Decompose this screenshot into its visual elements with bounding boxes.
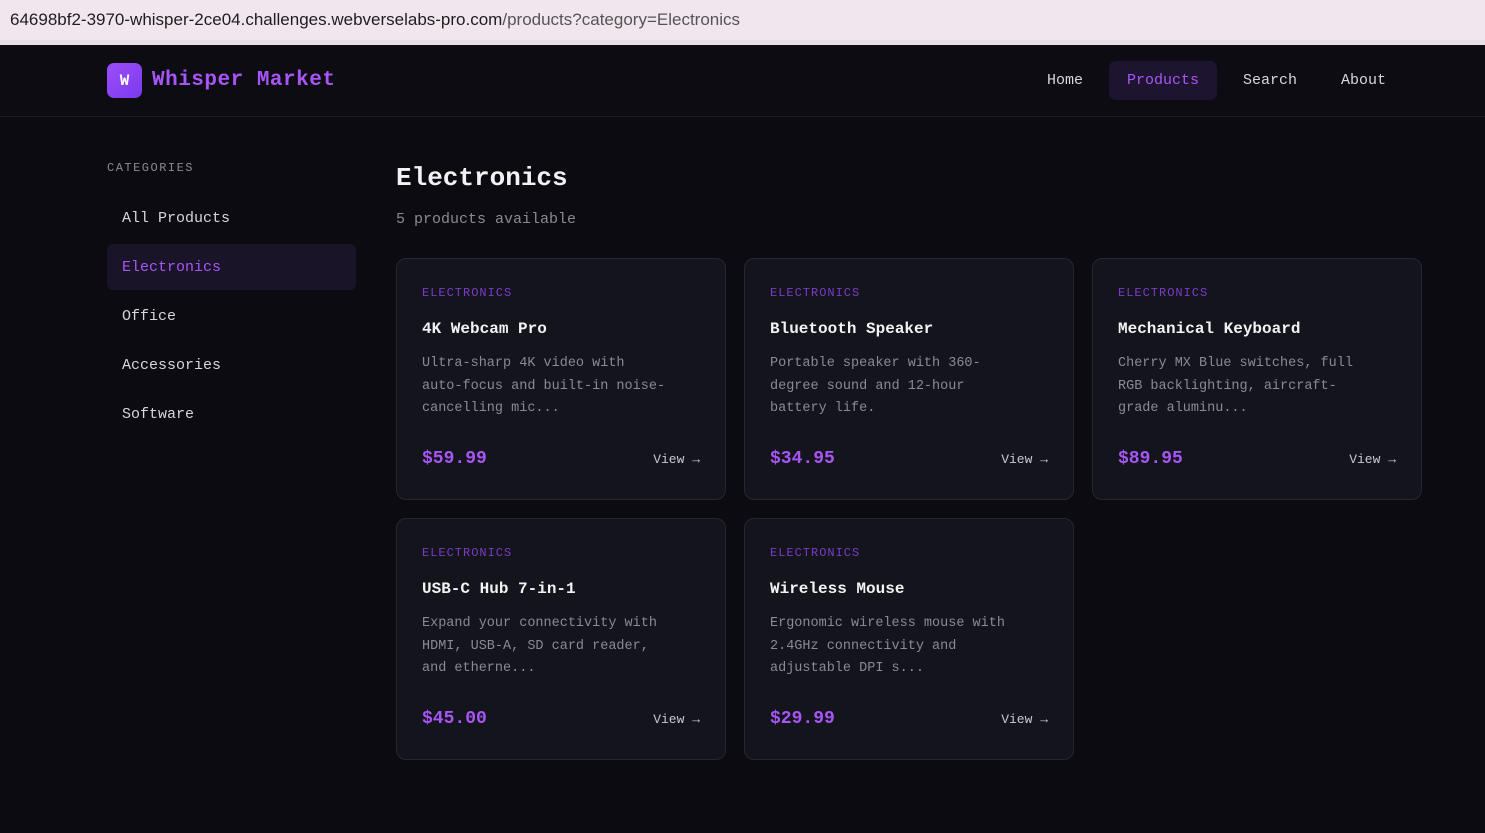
product-count: 5 products available xyxy=(396,211,577,228)
categories-heading: CATEGORIES xyxy=(107,161,195,175)
product-category: ELECTRONICS xyxy=(770,546,861,560)
sidebar-item-all-products[interactable]: All Products xyxy=(107,195,356,241)
site-header: W Whisper Market Home Products Search Ab… xyxy=(0,45,1485,117)
description-line: cancelling mic... xyxy=(422,401,560,416)
product-name[interactable]: Wireless Mouse xyxy=(770,580,1048,598)
product-name[interactable]: Bluetooth Speaker xyxy=(770,320,1048,338)
description-line: adjustable DPI s... xyxy=(770,661,924,676)
product-category: ELECTRONICS xyxy=(422,546,513,560)
view-link[interactable]: View → xyxy=(1001,452,1048,467)
view-link[interactable]: View → xyxy=(1001,712,1048,727)
category-sidebar: CATEGORIES All Products Electronics Offi… xyxy=(107,117,356,760)
product-category: ELECTRONICS xyxy=(422,286,513,300)
product-description: Cherry MX Blue switches, full RGB backli… xyxy=(1118,353,1396,421)
product-price: $34.95 xyxy=(770,449,835,469)
description-line: 2.4GHz connectivity and xyxy=(770,638,957,654)
description-line: Cherry MX Blue switches, full xyxy=(1118,356,1353,371)
card-footer: $89.95 View → xyxy=(1118,449,1396,469)
view-link[interactable]: View → xyxy=(653,452,700,467)
description-line: Portable speaker with 360- xyxy=(770,356,981,371)
product-grid: ELECTRONICS 4K Webcam Pro Ultra-sharp 4K… xyxy=(396,258,1422,760)
main-content: Electronics 5 products available ELECTRO… xyxy=(356,117,1422,760)
product-name[interactable]: 4K Webcam Pro xyxy=(422,320,700,338)
product-card[interactable]: ELECTRONICS 4K Webcam Pro Ultra-sharp 4K… xyxy=(396,258,726,500)
nav-search[interactable]: Search xyxy=(1225,61,1315,100)
nav-about[interactable]: About xyxy=(1323,61,1404,100)
product-price: $89.95 xyxy=(1118,449,1183,469)
description-line: HDMI, USB-A, SD card reader, xyxy=(422,638,649,654)
product-description: Ultra-sharp 4K video with auto-focus and… xyxy=(422,353,700,421)
page-title: Electronics xyxy=(396,163,568,193)
sidebar-item-office[interactable]: Office xyxy=(107,293,356,339)
description-line: Ergonomic wireless mouse with xyxy=(770,616,1005,631)
product-name[interactable]: USB-C Hub 7-in-1 xyxy=(422,580,700,598)
brand-name: Whisper Market xyxy=(152,69,336,92)
description-line: auto-focus and built-in noise- xyxy=(422,378,666,394)
product-price: $45.00 xyxy=(422,709,487,729)
logo-icon: W xyxy=(107,63,142,98)
description-line: battery life. xyxy=(770,401,876,416)
product-card[interactable]: ELECTRONICS Bluetooth Speaker Portable s… xyxy=(744,258,1074,500)
url-host: 64698bf2-3970-whisper-2ce04.challenges.w… xyxy=(10,10,503,29)
address-bar[interactable]: 64698bf2-3970-whisper-2ce04.challenges.w… xyxy=(0,0,1485,45)
product-name[interactable]: Mechanical Keyboard xyxy=(1118,320,1396,338)
product-card[interactable]: ELECTRONICS Mechanical Keyboard Cherry M… xyxy=(1092,258,1422,500)
sidebar-item-accessories[interactable]: Accessories xyxy=(107,342,356,388)
url-path: /products?category=Electronics xyxy=(502,10,741,29)
description-line: and etherne... xyxy=(422,661,536,676)
sidebar-item-software[interactable]: Software xyxy=(107,391,356,437)
main-nav: Home Products Search About xyxy=(1029,61,1404,100)
view-link[interactable]: View → xyxy=(1349,452,1396,467)
card-footer: $34.95 View → xyxy=(770,449,1048,469)
product-category: ELECTRONICS xyxy=(1118,286,1209,300)
brand[interactable]: W Whisper Market xyxy=(107,63,335,98)
sidebar-item-electronics[interactable]: Electronics xyxy=(107,244,356,290)
product-price: $59.99 xyxy=(422,449,487,469)
product-card[interactable]: ELECTRONICS USB-C Hub 7-in-1 Expand your… xyxy=(396,518,726,760)
product-description: Expand your connectivity with HDMI, USB-… xyxy=(422,613,700,681)
card-footer: $29.99 View → xyxy=(770,709,1048,729)
product-price: $29.99 xyxy=(770,709,835,729)
nav-home[interactable]: Home xyxy=(1029,61,1101,100)
description-line: grade aluminu... xyxy=(1118,401,1248,416)
card-footer: $59.99 View → xyxy=(422,449,700,469)
product-category: ELECTRONICS xyxy=(770,286,861,300)
description-line: degree sound and 12-hour xyxy=(770,378,965,394)
view-link[interactable]: View → xyxy=(653,712,700,727)
description-line: Expand your connectivity with xyxy=(422,616,657,631)
description-line: RGB backlighting, aircraft- xyxy=(1118,378,1337,394)
product-description: Portable speaker with 360- degree sound … xyxy=(770,353,1048,421)
product-description: Ergonomic wireless mouse with 2.4GHz con… xyxy=(770,613,1048,681)
description-line: Ultra-sharp 4K video with xyxy=(422,356,625,371)
card-footer: $45.00 View → xyxy=(422,709,700,729)
nav-products[interactable]: Products xyxy=(1108,61,1217,100)
product-card[interactable]: ELECTRONICS Wireless Mouse Ergonomic wir… xyxy=(744,518,1074,760)
